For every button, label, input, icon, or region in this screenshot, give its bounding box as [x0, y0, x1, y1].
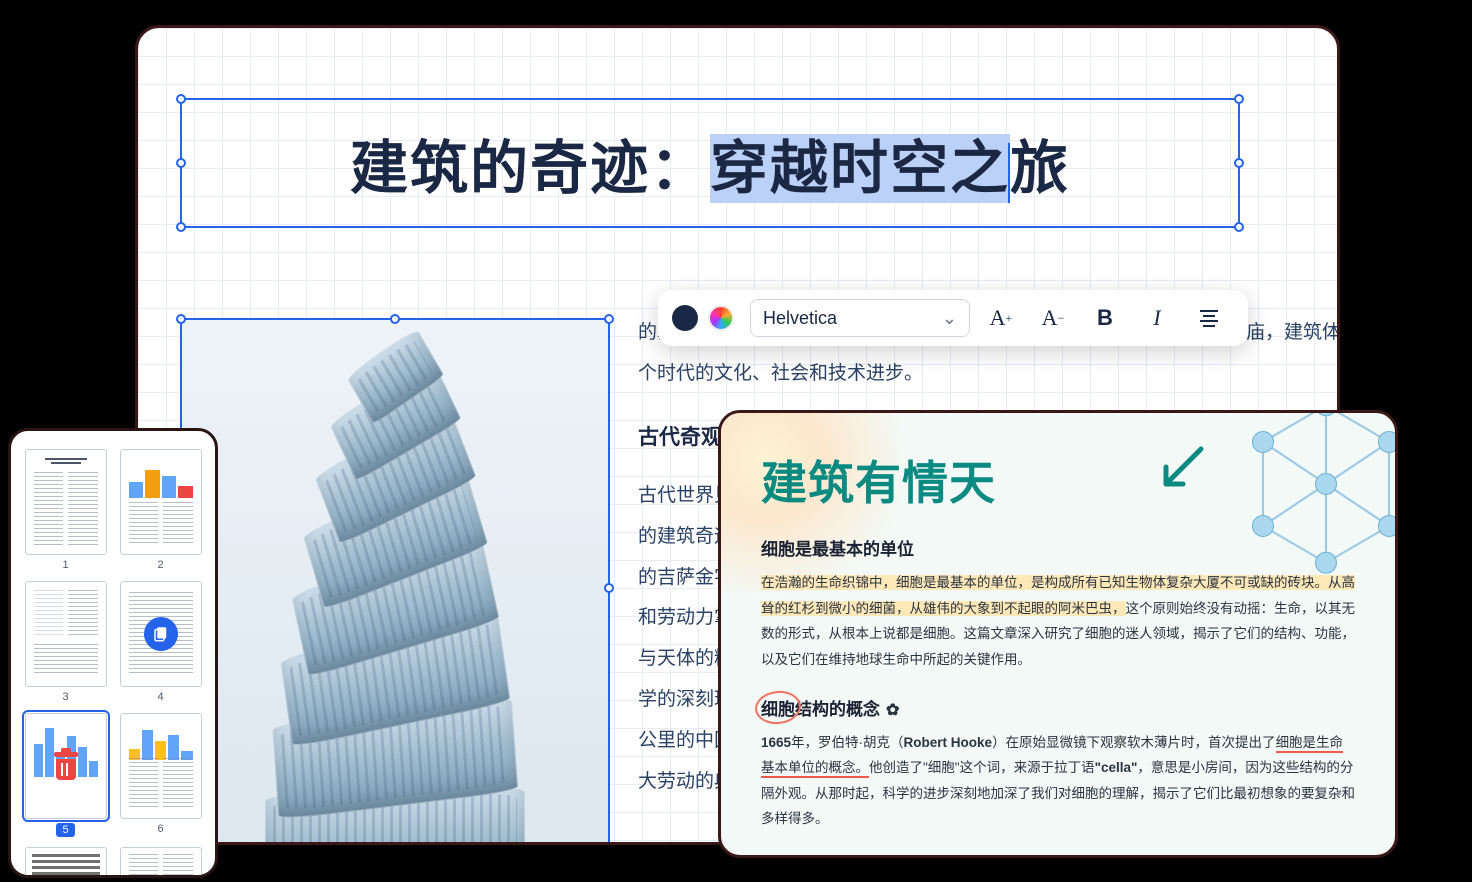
font-size-decrease-button[interactable]: A−: [1032, 299, 1074, 337]
page-thumbnail[interactable]: [120, 847, 202, 878]
text-color-swatch[interactable]: [672, 305, 698, 331]
thumbnail-label: 6: [157, 823, 163, 835]
page-thumbnail[interactable]: [25, 581, 107, 687]
thumbnail-cell[interactable]: 6: [118, 713, 203, 837]
thumbnail-label: 5: [56, 823, 74, 837]
flower-icon: ✿: [886, 700, 899, 720]
title-selected-text: 穿越时空之: [710, 134, 1010, 203]
image-selection-box[interactable]: [180, 318, 610, 845]
resize-handle[interactable]: [1234, 222, 1244, 232]
resize-handle[interactable]: [176, 94, 186, 104]
note-paragraph[interactable]: 1665年，罗伯特·胡克（Robert Hooke）在原始显微镜下观察软木薄片时…: [761, 730, 1355, 833]
thumbnail-cell[interactable]: 5: [23, 713, 108, 837]
note-subheading[interactable]: 细胞是最基本的单位: [761, 535, 1355, 560]
text-format-toolbar: Helvetica ⌄ A+ A− B I: [658, 290, 1248, 346]
thumbnail-cell[interactable]: [118, 847, 203, 878]
thumbnail-cell[interactable]: 1: [23, 449, 108, 571]
font-name: Helvetica: [763, 308, 837, 329]
page-thumbnail[interactable]: [120, 713, 202, 819]
page-thumbnail[interactable]: [25, 449, 107, 555]
resize-handle[interactable]: [1234, 158, 1244, 168]
trash-icon: [54, 752, 78, 780]
document-title[interactable]: 建筑的奇迹：穿越时空之旅: [350, 121, 1070, 205]
note-subheading[interactable]: 细胞结构的概念✿: [761, 695, 1355, 720]
italic-button[interactable]: I: [1136, 299, 1178, 337]
thumbnail-label: 3: [62, 691, 68, 703]
thumbnail-label: 4: [157, 691, 163, 703]
title-suffix: 旅: [1010, 136, 1070, 201]
thumbnail-cell[interactable]: [23, 847, 108, 878]
resize-handle[interactable]: [1234, 94, 1244, 104]
page-thumbnail-stack[interactable]: [120, 581, 202, 687]
thumbnail-cell[interactable]: 3: [23, 581, 108, 703]
resize-handle[interactable]: [176, 314, 186, 324]
bold-button[interactable]: B: [1084, 299, 1126, 337]
page-thumbnail[interactable]: [25, 847, 107, 878]
page-thumbnails-panel: 1 2 3 4 5 6: [8, 428, 218, 878]
page-thumbnail-selected[interactable]: [25, 713, 107, 819]
page-thumbnail[interactable]: [120, 449, 202, 555]
align-center-button[interactable]: [1188, 299, 1230, 337]
font-family-select[interactable]: Helvetica ⌄: [750, 299, 970, 337]
duplicate-icon: [144, 617, 178, 651]
thumbnail-cell[interactable]: 4: [118, 581, 203, 703]
resize-handle[interactable]: [176, 158, 186, 168]
thumbnail-cell[interactable]: 2: [118, 449, 203, 571]
color-picker-icon[interactable]: [708, 305, 734, 331]
note-title[interactable]: 建筑有情天: [761, 447, 1355, 513]
thumbnail-label: 1: [62, 559, 68, 571]
title-prefix: 建筑的奇迹：: [350, 136, 710, 201]
resize-handle[interactable]: [604, 583, 614, 593]
font-size-increase-button[interactable]: A+: [980, 299, 1022, 337]
resize-handle[interactable]: [390, 314, 400, 324]
resize-handle[interactable]: [604, 314, 614, 324]
chevron-down-icon: ⌄: [942, 308, 957, 329]
circled-text: 细胞: [761, 695, 795, 720]
title-selection-box[interactable]: 建筑的奇迹：穿越时空之旅: [180, 98, 1240, 228]
thumbnail-label: 2: [157, 559, 163, 571]
note-document-card: 建筑有情天 细胞是最基本的单位 在浩瀚的生命织锦中，细胞是最基本的单位，是构成所…: [718, 410, 1398, 858]
skyscraper-image: [265, 336, 525, 845]
resize-handle[interactable]: [176, 222, 186, 232]
note-paragraph[interactable]: 在浩瀚的生命织锦中，细胞是最基本的单位，是构成所有已知生物体复杂大厦不可或缺的砖…: [761, 570, 1355, 673]
